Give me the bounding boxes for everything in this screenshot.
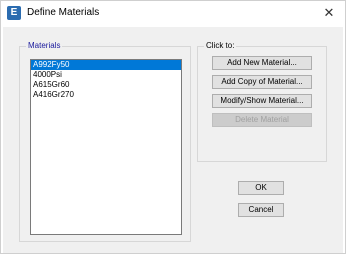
close-button[interactable]: ✕: [317, 3, 341, 23]
material-list-item[interactable]: A992Fy50: [31, 60, 181, 70]
ok-button[interactable]: OK: [238, 181, 284, 195]
click-to-group: Click to: Add New Material... Add Copy o…: [197, 41, 327, 162]
materials-group-label: Materials: [26, 41, 63, 50]
materials-group: Materials A992Fy50 4000Psi A615Gr60 A416…: [19, 41, 191, 242]
material-list-item[interactable]: 4000Psi: [31, 70, 181, 80]
material-list-item[interactable]: A416Gr270: [31, 90, 181, 100]
add-new-material-button[interactable]: Add New Material...: [212, 56, 312, 70]
app-icon: E: [7, 6, 21, 20]
cancel-button[interactable]: Cancel: [238, 203, 284, 217]
material-list-item[interactable]: A615Gr60: [31, 80, 181, 90]
define-materials-dialog: E Define Materials ✕ Materials A992Fy50 …: [0, 0, 346, 254]
dialog-body: Materials A992Fy50 4000Psi A615Gr60 A416…: [3, 27, 343, 253]
modify-show-material-button[interactable]: Modify/Show Material...: [212, 94, 312, 108]
title-bar: E Define Materials ✕: [1, 1, 345, 27]
window-title: Define Materials: [27, 7, 100, 18]
materials-listbox[interactable]: A992Fy50 4000Psi A615Gr60 A416Gr270: [30, 59, 182, 235]
close-icon: ✕: [323, 5, 335, 20]
add-copy-material-button[interactable]: Add Copy of Material...: [212, 75, 312, 89]
delete-material-button[interactable]: Delete Material: [212, 113, 312, 127]
click-to-label: Click to:: [204, 41, 237, 50]
